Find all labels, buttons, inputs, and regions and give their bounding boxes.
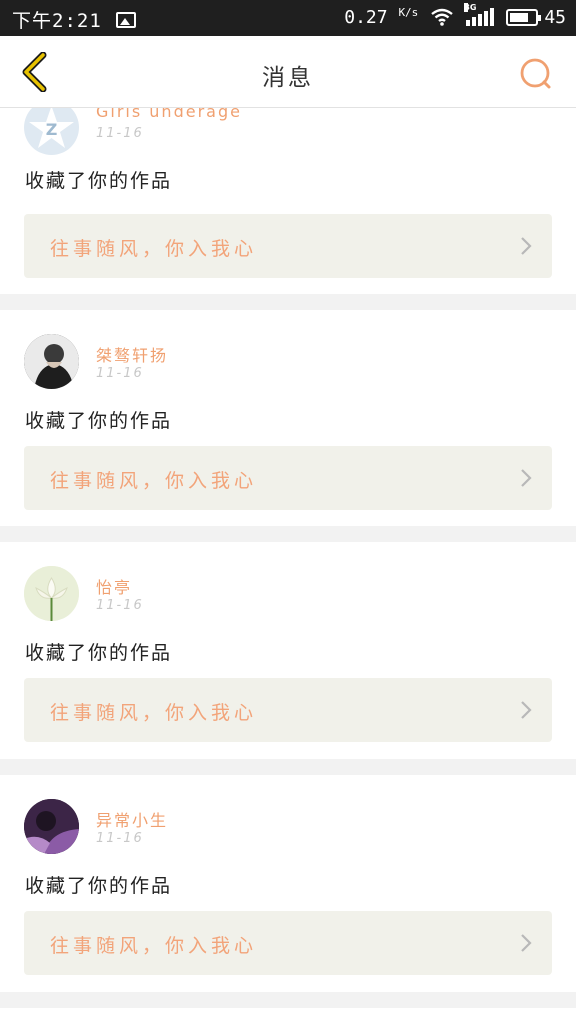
page-title: 消息 (262, 65, 314, 91)
header: 消息 (0, 36, 576, 108)
chevron-right-icon (521, 934, 532, 952)
message-item (0, 1008, 576, 1024)
username[interactable]: 怡亭 (96, 574, 132, 598)
message-date: 11-16 (96, 366, 144, 381)
search-button[interactable] (516, 54, 556, 94)
network-speed-unit: K/s (398, 6, 419, 19)
work-title: 往事随风，你入我心 (50, 238, 258, 260)
message-date: 11-16 (96, 126, 144, 141)
user-photo-icon (24, 334, 79, 389)
default-avatar-icon: Z (29, 108, 74, 148)
message-item: Z Girls underage 11-16 收藏了你的作品 往事随风，你入我心 (0, 108, 576, 294)
signal-icon: 3G (464, 3, 495, 26)
message-item: 异常小生 11-16 收藏了你的作品 往事随风，你入我心 (0, 775, 576, 992)
work-link[interactable]: 往事随风，你入我心 (24, 678, 552, 742)
avatar[interactable] (24, 566, 79, 621)
chevron-right-icon (521, 237, 532, 255)
avatar[interactable] (24, 799, 79, 854)
action-text: 收藏了你的作品 (25, 410, 173, 432)
battery-level: 45 (544, 6, 566, 28)
action-text: 收藏了你的作品 (25, 642, 173, 664)
work-title: 往事随风，你入我心 (50, 470, 258, 492)
network-speed-value: 0.27 (344, 7, 388, 28)
status-right: 0.27 K/s 3G 45 (344, 3, 566, 28)
user-photo-icon (24, 799, 79, 854)
avatar[interactable] (24, 334, 79, 389)
action-text: 收藏了你的作品 (25, 170, 173, 192)
status-bar: 下午2:21 0.27 K/s 3G 45 (0, 0, 576, 36)
message-date: 11-16 (96, 598, 144, 613)
username[interactable]: 桀骜轩扬 (96, 342, 168, 366)
network-type: 3G (464, 3, 477, 12)
action-text: 收藏了你的作品 (25, 875, 173, 897)
message-item: 怡亭 11-16 收藏了你的作品 往事随风，你入我心 (0, 542, 576, 759)
battery-icon (506, 8, 542, 26)
chevron-right-icon (521, 469, 532, 487)
svg-text:Z: Z (46, 120, 58, 139)
message-list[interactable]: Z Girls underage 11-16 收藏了你的作品 往事随风，你入我心… (0, 108, 576, 1024)
search-icon (520, 58, 551, 89)
username[interactable]: Girls underage (96, 108, 242, 121)
image-notification-icon (115, 11, 136, 28)
work-link[interactable]: 往事随风，你入我心 (24, 911, 552, 975)
username[interactable]: 异常小生 (96, 807, 168, 831)
network-speed: 0.27 K/s (344, 6, 418, 28)
message-date: 11-16 (96, 831, 144, 846)
work-title: 往事随风，你入我心 (50, 935, 258, 957)
avatar[interactable]: Z (24, 108, 79, 155)
message-item: 桀骜轩扬 11-16 收藏了你的作品 往事随风，你入我心 (0, 310, 576, 526)
work-title: 往事随风，你入我心 (50, 702, 258, 724)
work-link[interactable]: 往事随风，你入我心 (24, 446, 552, 510)
lotus-photo-icon (24, 566, 79, 621)
work-link[interactable]: 往事随风，你入我心 (24, 214, 552, 278)
status-time: 下午2:21 (12, 10, 102, 32)
chevron-right-icon (521, 701, 532, 719)
status-left: 下午2:21 (12, 6, 136, 33)
wifi-icon (431, 8, 454, 26)
